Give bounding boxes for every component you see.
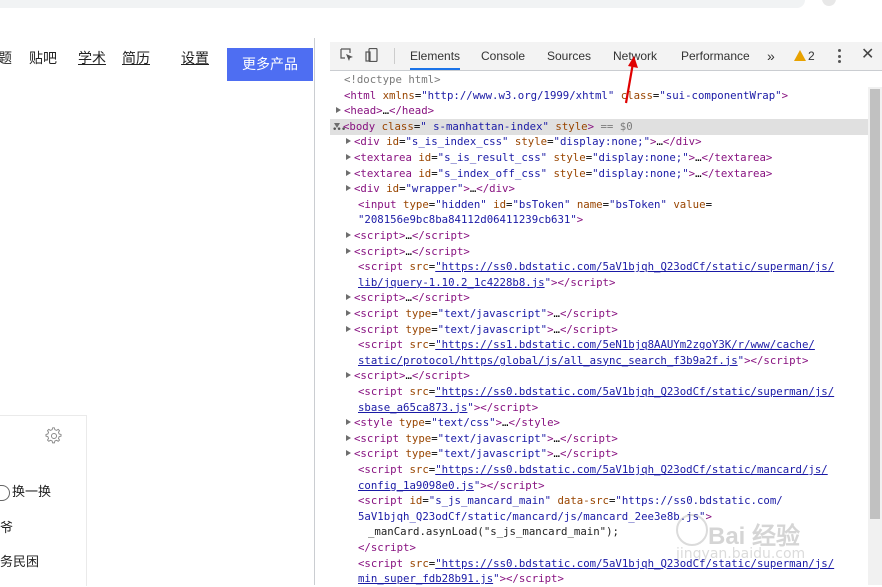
webpage-area: 题 贴吧 学术 简历 设置 更多产品 换一换 爷 务民困: [0, 38, 314, 586]
more-tabs-chevron-icon[interactable]: »: [767, 42, 775, 70]
dom-line[interactable]: <script type="text/javascript">…</script…: [330, 306, 618, 322]
dom-line[interactable]: lib/jquery-1.10.2_1c4228b8.js"></script>: [330, 275, 615, 291]
watermark: Bai 经验 jingyan.baidu.com: [676, 512, 876, 572]
more-products-button[interactable]: 更多产品: [227, 48, 313, 81]
dom-line[interactable]: <head>…</head>: [330, 103, 434, 119]
tab-console[interactable]: Console: [481, 42, 525, 70]
dom-line[interactable]: <script src="https://ss0.bdstatic.com/5a…: [330, 462, 828, 478]
warnings-badge[interactable]: 2: [794, 42, 815, 70]
close-icon[interactable]: ✕: [861, 45, 874, 65]
dom-line[interactable]: <input type="hidden" id="bsToken" name="…: [330, 197, 712, 213]
dom-line-selected[interactable]: <body class=" s-manhattan-index" style> …: [330, 118, 872, 135]
dom-line[interactable]: static/protocol/https/global/js/all_asyn…: [330, 353, 808, 369]
gear-icon[interactable]: [45, 427, 63, 445]
expand-triangle-icon[interactable]: [346, 247, 351, 254]
expand-triangle-icon[interactable]: [346, 372, 351, 379]
dom-line[interactable]: <script>…</script>: [330, 368, 470, 384]
dom-line[interactable]: <div id="wrapper">…</div>: [330, 181, 515, 197]
nav-item-jianli[interactable]: 简历: [122, 44, 150, 72]
expand-triangle-icon[interactable]: [346, 450, 351, 457]
dom-line[interactable]: sbase_a65ca873.js"></script>: [330, 400, 538, 416]
nav-item-tieba[interactable]: 贴吧: [29, 44, 57, 72]
top-nav: 题 贴吧 学术 简历 设置 更多产品: [0, 44, 314, 81]
dom-line[interactable]: <!doctype html>: [330, 72, 441, 88]
dom-line[interactable]: <script>…</script>: [330, 290, 470, 306]
refresh-label: 换一换: [12, 484, 52, 499]
inspect-element-icon[interactable]: [340, 48, 354, 62]
annotation-arrow-icon: [624, 56, 638, 104]
dom-line[interactable]: <div id="s_is_index_css" style="display:…: [330, 134, 702, 150]
toolbar-separator: [394, 48, 395, 64]
dom-line[interactable]: <script src="https://ss0.bdstatic.com/5a…: [330, 384, 834, 400]
device-toolbar-icon[interactable]: [365, 48, 379, 62]
dom-line[interactable]: <script type="text/javascript">…</script…: [330, 446, 618, 462]
dom-line[interactable]: <textarea id="s_index_off_css" style="di…: [330, 166, 772, 182]
warning-icon: [794, 50, 806, 61]
dom-line[interactable]: <style type="text/css">…</style>: [330, 415, 560, 431]
dom-line[interactable]: 5aV1bjqh_Q23odCf/static/mancard/js/manca…: [330, 509, 712, 525]
dom-line[interactable]: <textarea id="s_is_result_css" style="di…: [330, 150, 772, 166]
expand-triangle-icon[interactable]: [346, 294, 351, 301]
dom-line[interactable]: <script type="text/javascript">…</script…: [330, 431, 618, 447]
dom-line[interactable]: <script id="s_js_mancard_main" data-src=…: [330, 493, 783, 509]
watermark-url: jingyan.baidu.com: [676, 546, 806, 562]
more-options-icon[interactable]: [838, 49, 841, 63]
dom-line[interactable]: config_1a9098e0.js"></script>: [330, 478, 545, 494]
dom-line[interactable]: <script>…</script>: [330, 228, 470, 244]
devtools-toolbar: Elements Console Sources Network Perform…: [330, 42, 882, 71]
nav-item-partial[interactable]: 题: [0, 44, 12, 72]
tab-performance[interactable]: Performance: [681, 42, 750, 70]
expand-triangle-icon[interactable]: [346, 185, 351, 192]
dom-line[interactable]: <script src="https://ss1.bdstatic.com/5e…: [330, 337, 815, 353]
expand-triangle-icon[interactable]: [346, 169, 351, 176]
dom-line[interactable]: <html xmlns="http://www.w3.org/1999/xhtm…: [330, 88, 788, 104]
expand-triangle-icon[interactable]: [346, 232, 351, 238]
browser-top-strip: [0, 0, 882, 38]
expand-triangle-icon[interactable]: [336, 107, 341, 114]
refresh-icon: [0, 484, 10, 501]
hot-search-panel: 换一换 爷 务民困: [0, 415, 87, 586]
elements-dom-tree: <!doctype html> <html xmlns="http://www.w…: [330, 72, 872, 585]
expand-triangle-icon[interactable]: [346, 434, 351, 441]
expand-triangle-icon[interactable]: [346, 154, 351, 160]
refresh-row[interactable]: 换一换: [0, 481, 51, 501]
dom-scrollbar[interactable]: [868, 87, 882, 585]
address-bar[interactable]: [0, 0, 805, 8]
expand-triangle-icon[interactable]: [346, 419, 351, 426]
devtools-left-edge: [315, 42, 330, 585]
profile-dot[interactable]: [822, 0, 836, 6]
dom-line[interactable]: </script>: [330, 540, 416, 556]
hot-item-2[interactable]: 务民困: [0, 551, 39, 570]
dom-line[interactable]: <script>…</script>: [330, 244, 470, 260]
devtools-panel: Elements Console Sources Network Perform…: [330, 42, 882, 585]
warning-count: 2: [808, 49, 815, 63]
dom-line[interactable]: "208156e9bc8ba84112d06411239cb631">: [330, 212, 583, 228]
scrollbar-thumb[interactable]: [870, 89, 880, 519]
expand-triangle-icon[interactable]: [346, 310, 351, 316]
dom-line[interactable]: <script src="https://ss0.bdstatic.com/5a…: [330, 259, 834, 275]
nav-item-xueshu[interactable]: 学术: [78, 44, 106, 72]
dom-line[interactable]: <script type="text/javascript">…</script…: [330, 322, 618, 338]
expand-triangle-icon[interactable]: [346, 138, 351, 145]
nav-item-settings[interactable]: 设置: [181, 44, 209, 72]
tab-sources[interactable]: Sources: [547, 42, 591, 70]
expand-triangle-icon[interactable]: [346, 325, 351, 332]
paw-logo-icon: [676, 514, 708, 546]
tab-elements[interactable]: Elements: [410, 42, 461, 70]
hot-item-1[interactable]: 爷: [0, 517, 13, 536]
dom-line[interactable]: _manCard.asynLoad("s_js_mancard_main");: [330, 524, 619, 540]
